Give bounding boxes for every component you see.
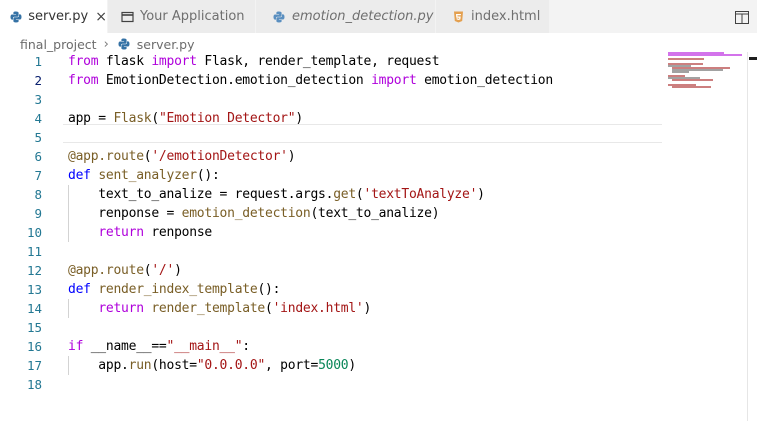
code-text[interactable]: from flask import Flask, render_template… xyxy=(68,54,440,69)
tab-label: index.html xyxy=(471,9,541,24)
code-editor[interactable]: 1 from flask import Flask, render_templat… xyxy=(0,52,757,421)
line-number: 9 xyxy=(34,206,42,221)
indent-guide xyxy=(68,299,69,318)
split-editor-icon[interactable] xyxy=(735,9,749,24)
code-line[interactable]: 10 return renponse xyxy=(0,223,660,242)
code-text[interactable]: @app.route('/') xyxy=(68,263,182,278)
code-line[interactable]: 7 def sent_analyzer(): xyxy=(0,166,660,185)
breadcrumb-folder[interactable]: final_project xyxy=(20,37,97,52)
indent-guide xyxy=(68,185,69,242)
scrollbar-cursor-marker xyxy=(749,57,757,60)
code-line[interactable]: 3 xyxy=(0,90,660,109)
tab-bar-empty-area xyxy=(550,0,757,33)
minimap[interactable] xyxy=(668,52,748,92)
line-number: 12 xyxy=(26,263,42,278)
minimap-line xyxy=(668,58,704,61)
code-text[interactable]: return renponse xyxy=(68,225,212,240)
code-text[interactable]: from EmotionDetection.emotion_detection … xyxy=(68,73,553,88)
vertical-scrollbar[interactable] xyxy=(747,52,748,421)
code-line[interactable]: 6 @app.route('/emotionDetector') xyxy=(0,147,660,166)
line-number: 3 xyxy=(34,92,42,107)
minimap-line xyxy=(671,70,689,73)
line-number: 8 xyxy=(34,187,42,202)
code-text[interactable]: @app.route('/emotionDetector') xyxy=(68,149,296,164)
code-text[interactable]: app.run(host="0.0.0.0", port=5000) xyxy=(68,358,356,373)
code-line[interactable]: 11 xyxy=(0,242,660,261)
code-line[interactable]: 14 return render_template('index.html') xyxy=(0,299,660,318)
code-text[interactable]: renponse = emotion_detection(text_to_ana… xyxy=(68,206,439,221)
line-number: 10 xyxy=(26,225,42,240)
python-icon xyxy=(9,10,22,24)
code-line[interactable]: 1 from flask import Flask, render_templat… xyxy=(0,52,660,71)
line-number: 17 xyxy=(26,358,42,373)
line-number: 15 xyxy=(26,320,42,335)
line-number: 7 xyxy=(34,168,42,183)
window-icon xyxy=(120,10,134,24)
code-text[interactable]: text_to_analize = request.args.get('text… xyxy=(68,187,485,202)
indent-guide xyxy=(68,356,69,375)
minimap-line xyxy=(671,85,711,88)
code-line[interactable]: 15 xyxy=(0,318,660,337)
code-line[interactable]: 18 xyxy=(0,375,660,394)
code-line[interactable]: 9 renponse = emotion_detection(text_to_a… xyxy=(0,204,660,223)
line-number: 14 xyxy=(26,301,42,316)
code-line[interactable]: 12 @app.route('/') xyxy=(0,261,660,280)
minimap-line xyxy=(668,54,742,57)
line-number: 1 xyxy=(34,54,42,69)
code-text[interactable]: def render_index_template(): xyxy=(68,282,280,297)
tab-label: server.py xyxy=(28,9,89,24)
breadcrumb-file[interactable]: server.py xyxy=(137,37,195,52)
code-line[interactable]: 4 app = Flask("Emotion Detector") xyxy=(0,109,660,128)
line-number: 4 xyxy=(34,111,42,126)
code-line[interactable]: 13 def render_index_template(): xyxy=(0,280,660,299)
html-icon xyxy=(451,10,465,24)
line-number: 11 xyxy=(26,244,42,259)
line-number: 5 xyxy=(34,130,42,145)
line-number: 18 xyxy=(26,377,42,392)
tab-your-application[interactable]: Your Application xyxy=(108,0,256,33)
breadcrumb: final_project › server.py xyxy=(20,36,195,52)
minimap-line xyxy=(671,79,713,82)
tab-label: Your Application xyxy=(140,9,245,24)
line-number: 16 xyxy=(26,339,42,354)
editor-tab-bar: server.py × Your Application emotion_det… xyxy=(0,0,757,33)
tab-emotion-detection-py[interactable]: emotion_detection.py xyxy=(256,0,436,33)
code-line[interactable]: 8 text_to_analize = request.args.get('te… xyxy=(0,185,660,204)
tab-label: emotion_detection.py xyxy=(292,9,434,24)
code-line[interactable]: 17 app.run(host="0.0.0.0", port=5000) xyxy=(0,356,660,375)
line-number: 2 xyxy=(34,73,42,88)
code-line[interactable]: 5 xyxy=(0,128,660,147)
tab-index-html[interactable]: index.html xyxy=(436,0,550,33)
code-text[interactable]: app = Flask("Emotion Detector") xyxy=(68,111,303,126)
code-line[interactable]: 16 if __name__=="__main__": xyxy=(0,337,660,356)
python-icon xyxy=(272,10,286,24)
close-icon[interactable]: × xyxy=(95,10,107,24)
code-text[interactable]: def sent_analyzer(): xyxy=(68,168,220,183)
line-number: 13 xyxy=(26,282,42,297)
code-text[interactable]: return render_template('index.html') xyxy=(68,301,371,316)
breadcrumb-separator: › xyxy=(103,36,109,52)
tab-server-py[interactable]: server.py × xyxy=(0,0,108,33)
code-text[interactable]: if __name__=="__main__": xyxy=(68,339,250,354)
line-number: 6 xyxy=(34,149,42,164)
code-line[interactable]: 2 from EmotionDetection.emotion_detection… xyxy=(0,71,660,90)
python-icon xyxy=(118,38,131,51)
